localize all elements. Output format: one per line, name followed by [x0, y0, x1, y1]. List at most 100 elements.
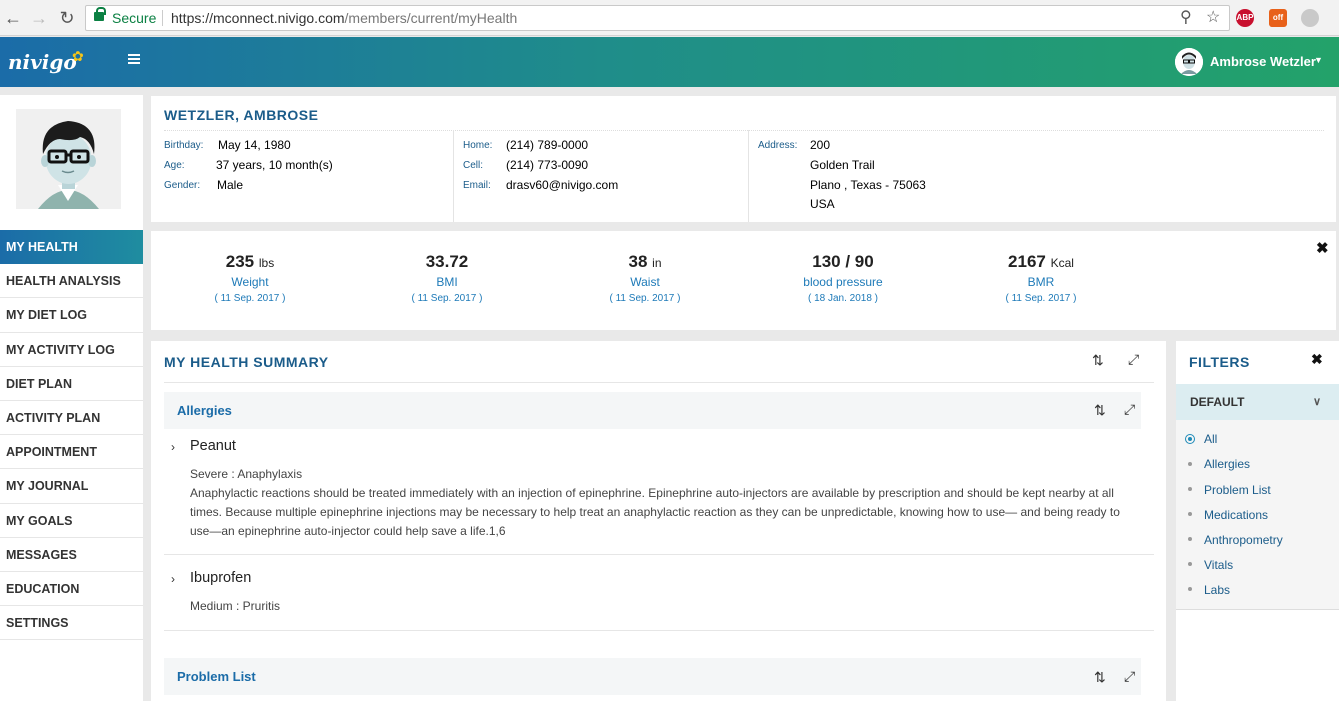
- sidebar-item-my-goals[interactable]: MY GOALS: [0, 504, 143, 538]
- address-line-1: 200: [810, 138, 831, 152]
- filter-option-problem-list[interactable]: Problem List: [1204, 483, 1271, 497]
- address-line-2: Golden Trail: [810, 158, 875, 172]
- home-phone: (214) 789-0000: [506, 138, 589, 152]
- gender-value: Male: [217, 178, 244, 192]
- sidebar-item-health-analysis[interactable]: HEALTH ANALYSIS: [0, 264, 143, 299]
- back-icon[interactable]: ←: [2, 7, 24, 29]
- age-value: 37 years, 10 month(s): [216, 158, 333, 172]
- sidebar-item-my-health[interactable]: MY HEALTH: [0, 230, 143, 265]
- filter-option-medications[interactable]: Medications: [1204, 508, 1268, 522]
- allergy-peanut-note-line1: Anaphylactic reactions should be treated…: [190, 486, 1114, 500]
- address-label: Address:: [758, 140, 798, 151]
- close-icon[interactable]: ✖: [1316, 239, 1329, 257]
- chevron-down-icon[interactable]: ▼: [1314, 55, 1323, 65]
- allergy-peanut-severity: Severe : Anaphylaxis: [190, 467, 303, 481]
- summary-title: MY HEALTH SUMMARY: [164, 354, 329, 370]
- filter-option-labs[interactable]: Labs: [1204, 583, 1230, 597]
- forward-icon[interactable]: →: [28, 7, 50, 29]
- filter-default-label: DEFAULT: [1190, 395, 1245, 409]
- profile-column-address: Address: 200 Golden Trail Plano , Texas …: [749, 130, 1309, 222]
- url-text: https://mconnect.nivigo.com/members/curr…: [171, 10, 518, 26]
- secure-label: Secure: [112, 10, 157, 26]
- sidebar-item-my-diet-log[interactable]: MY DIET LOG: [0, 298, 143, 333]
- cell-phone: (214) 773-0090: [506, 158, 589, 172]
- app-header: nivigo ✿ Ambrose Wetzler ▼: [0, 37, 1339, 87]
- bookmark-star-icon[interactable]: ☆: [1206, 6, 1220, 30]
- sidebar-item-messages[interactable]: MESSAGES: [0, 538, 143, 572]
- radio-selected-icon[interactable]: [1185, 434, 1195, 444]
- birthday-label: Birthday:: [164, 140, 204, 151]
- stat-bmi: 33.72 BMI ( 11 Sep. 2017 ): [411, 252, 483, 304]
- address-line-4: USA: [810, 197, 835, 211]
- allergy-peanut-title[interactable]: Peanut: [190, 438, 236, 454]
- profile-column-basic: Birthday: May 14, 1980 Age: 37 years, 10…: [164, 130, 454, 222]
- problem-list-expand-icon[interactable]: ⤢: [1124, 668, 1135, 685]
- allergy-ibuprofen-severity: Medium : Pruritis: [190, 599, 281, 613]
- adblock-icon[interactable]: ABP: [1236, 9, 1254, 27]
- allergies-section-header[interactable]: Allergies: [164, 392, 1141, 429]
- expand-icon[interactable]: ⤢: [1128, 351, 1139, 368]
- birthday-value: May 14, 1980: [218, 138, 291, 152]
- chevron-down-icon: ∨: [1313, 396, 1322, 408]
- address-bar[interactable]: Secure https://mconnect.nivigo.com/membe…: [85, 5, 1230, 31]
- zoom-icon[interactable]: ⚲: [1180, 6, 1192, 30]
- sort-icon[interactable]: ⇅: [1092, 352, 1104, 369]
- stat-bmr: 2167 Kcal BMR ( 11 Sep. 2017 ): [1005, 252, 1077, 304]
- filter-option-anthropometry[interactable]: Anthropometry: [1204, 533, 1283, 547]
- user-avatar[interactable]: [1175, 48, 1203, 76]
- problem-list-section-header[interactable]: Problem List: [164, 658, 1141, 695]
- chevron-right-icon[interactable]: ›: [171, 572, 175, 586]
- close-icon[interactable]: ✖: [1311, 351, 1323, 368]
- allergies-expand-icon[interactable]: ⤢: [1124, 401, 1135, 418]
- sidebar-item-my-activity-log[interactable]: MY ACTIVITY LOG: [0, 333, 143, 367]
- sidebar-item-activity-plan[interactable]: ACTIVITY PLAN: [0, 401, 143, 436]
- sidebar-item-diet-plan[interactable]: DIET PLAN: [0, 367, 143, 401]
- email-value: drasv60@nivigo.com: [506, 178, 619, 192]
- profile-column-contact: Home: (214) 789-0000 Cell: (214) 773-009…: [454, 130, 749, 222]
- sidebar-item-education[interactable]: EDUCATION: [0, 572, 143, 607]
- profile-card: WETZLER, AMBROSE Birthday: May 14, 1980 …: [151, 96, 1336, 222]
- sidebar-item-appointment[interactable]: APPOINTMENT: [0, 435, 143, 470]
- chevron-right-icon[interactable]: ›: [171, 440, 175, 454]
- logo[interactable]: nivigo: [8, 50, 77, 74]
- email-label: Email:: [463, 180, 491, 191]
- allergy-peanut-note-line2: times. Because multiple epinephrine inje…: [190, 505, 1120, 519]
- address-line-3: Plano , Texas - 75063: [810, 178, 926, 192]
- logo-leaf-icon: ✿: [72, 48, 84, 64]
- browser-toolbar: ← → ↻ Secure https://mconnect.nivigo.com…: [0, 0, 1339, 36]
- allergies-sort-icon[interactable]: ⇅: [1094, 402, 1106, 419]
- stat-blood-pressure: 130 / 90 blood pressure ( 18 Jan. 2018 ): [803, 252, 883, 304]
- filter-options: All Allergies Problem List Medications A…: [1176, 420, 1339, 610]
- home-label: Home:: [463, 140, 493, 151]
- sidebar-nav: MY HEALTH HEALTH ANALYSIS MY DIET LOG MY…: [0, 230, 143, 641]
- filters-title: FILTERS: [1189, 354, 1250, 370]
- lock-icon: [94, 7, 106, 21]
- sidebar-item-my-journal[interactable]: MY JOURNAL: [0, 469, 143, 504]
- user-name[interactable]: Ambrose Wetzler: [1210, 54, 1316, 69]
- allergies-title: Allergies: [177, 403, 232, 418]
- problem-list-title: Problem List: [177, 669, 256, 684]
- filter-option-vitals[interactable]: Vitals: [1204, 558, 1233, 572]
- problem-list-sort-icon[interactable]: ⇅: [1094, 669, 1106, 686]
- health-summary-panel: MY HEALTH SUMMARY ⇅ ⤢ Allergies ⇅ ⤢ › Pe…: [151, 341, 1166, 701]
- extension-icon[interactable]: [1301, 9, 1319, 27]
- filter-default-dropdown[interactable]: DEFAULT ∨: [1176, 384, 1339, 420]
- extension-off-icon[interactable]: off: [1269, 9, 1287, 27]
- filter-option-all[interactable]: All: [1204, 432, 1217, 446]
- cell-label: Cell:: [463, 160, 484, 171]
- menu-icon[interactable]: [128, 54, 140, 64]
- filter-option-allergies[interactable]: Allergies: [1204, 457, 1250, 471]
- profile-avatar: [16, 109, 121, 209]
- sidebar: MY HEALTH HEALTH ANALYSIS MY DIET LOG MY…: [0, 95, 143, 701]
- age-label: Age:: [164, 160, 185, 171]
- allergy-ibuprofen-title[interactable]: Ibuprofen: [190, 570, 251, 586]
- stat-waist: 38 in Waist ( 11 Sep. 2017 ): [609, 252, 681, 304]
- reload-icon[interactable]: ↻: [56, 7, 78, 29]
- sidebar-item-settings[interactable]: SETTINGS: [0, 606, 143, 641]
- vitals-card: 235 lbs Weight ( 11 Sep. 2017 ) 33.72 BM…: [151, 231, 1336, 330]
- filters-panel: FILTERS ✖ DEFAULT ∨ All Allergies Proble…: [1176, 341, 1339, 701]
- patient-name: WETZLER, AMBROSE: [164, 107, 319, 123]
- gender-label: Gender:: [164, 180, 201, 191]
- stat-weight: 235 lbs Weight ( 11 Sep. 2017 ): [214, 252, 286, 304]
- allergy-peanut-note-line3: use—an epinephrine auto-injector could h…: [190, 524, 506, 538]
